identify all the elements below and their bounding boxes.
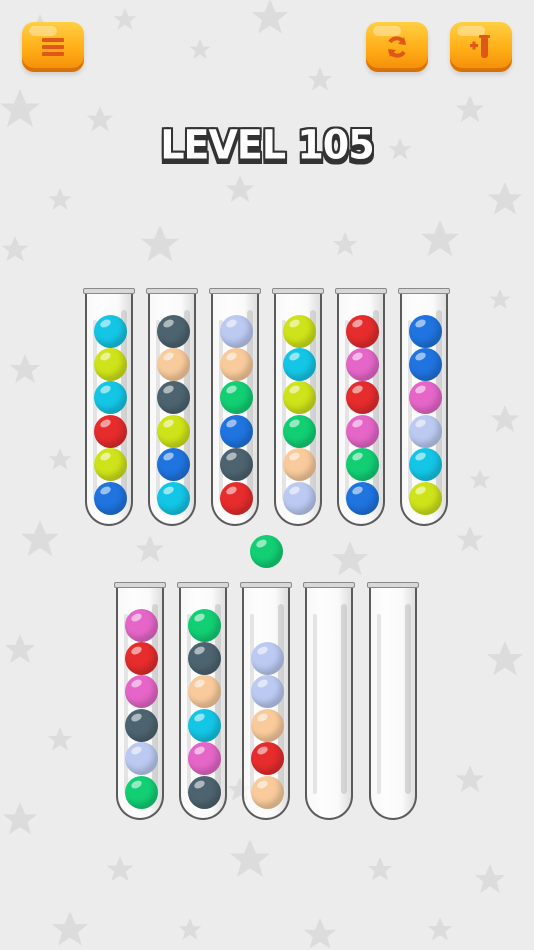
ball-yellow [282, 314, 316, 348]
ball-red [219, 481, 253, 515]
ball-lavender [250, 641, 284, 675]
ball-blue [408, 347, 442, 381]
ball-cyan [93, 381, 127, 415]
ball-red [124, 641, 158, 675]
ball-cyan [408, 448, 442, 482]
ball-cyan [282, 347, 316, 381]
ball-slate [187, 641, 221, 675]
ball-pink [345, 414, 379, 448]
ball-blue [156, 448, 190, 482]
ball-pink [124, 608, 158, 642]
ball-green [345, 448, 379, 482]
ball-yellow [93, 347, 127, 381]
ball-lavender [282, 481, 316, 515]
ball-pink [345, 347, 379, 381]
ball-red [345, 381, 379, 415]
ball-peach [219, 347, 253, 381]
ball-peach [250, 708, 284, 742]
tube-shade [341, 604, 347, 794]
ball-blue [408, 314, 442, 348]
ball-yellow [93, 448, 127, 482]
ball-peach [250, 775, 284, 809]
tube-bottom-4[interactable] [303, 582, 355, 820]
ball-slate [219, 448, 253, 482]
ball-slate [156, 381, 190, 415]
ball-blue [93, 481, 127, 515]
ball-blue [345, 481, 379, 515]
tube-bottom-5[interactable] [367, 582, 419, 820]
ball-peach [187, 675, 221, 709]
ball-green [282, 414, 316, 448]
ball-red [345, 314, 379, 348]
tube-shade [405, 604, 411, 794]
lifted-ball [249, 534, 283, 568]
ball-lavender [124, 742, 158, 776]
ball-slate [124, 708, 158, 742]
ball-lavender [408, 414, 442, 448]
ball-pink [187, 742, 221, 776]
ball-lavender [219, 314, 253, 348]
ball-cyan [156, 481, 190, 515]
ball-cyan [187, 708, 221, 742]
ball-peach [282, 448, 316, 482]
ball-green [124, 775, 158, 809]
ball-blue [219, 414, 253, 448]
ball-pink [124, 675, 158, 709]
game-board[interactable] [0, 0, 534, 950]
ball-slate [156, 314, 190, 348]
ball-pink [408, 381, 442, 415]
ball-cyan [93, 314, 127, 348]
ball-red [93, 414, 127, 448]
ball-green [219, 381, 253, 415]
ball-yellow [408, 481, 442, 515]
ball-yellow [282, 381, 316, 415]
ball-green [187, 608, 221, 642]
ball-slate [187, 775, 221, 809]
ball-red [250, 742, 284, 776]
ball-lavender [250, 675, 284, 709]
ball-yellow [156, 414, 190, 448]
ball-peach [156, 347, 190, 381]
